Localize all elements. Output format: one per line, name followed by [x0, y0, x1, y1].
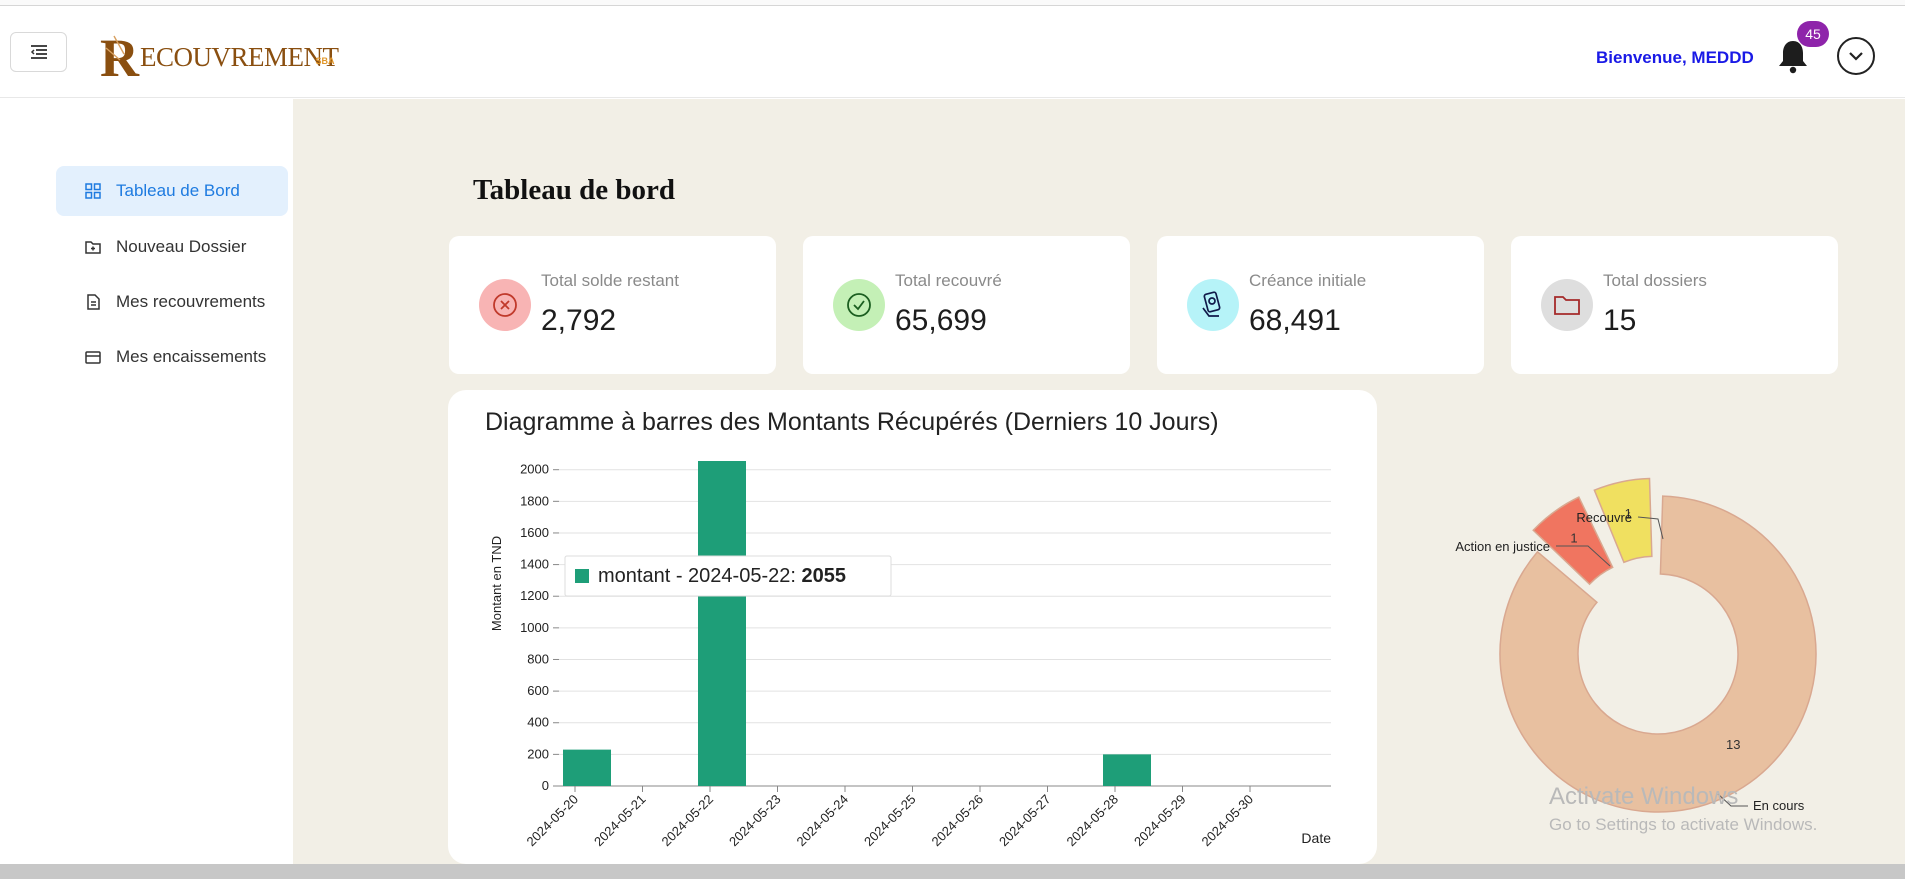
menu-toggle-button[interactable] [10, 32, 67, 72]
sidebar-item-tableau-de-bord[interactable]: Tableau de Bord [56, 166, 288, 216]
stat-card-solde-restant: Total solde restant 2,792 [449, 236, 776, 374]
windows-activation-watermark-subtitle: Go to Settings to activate Windows. [1549, 815, 1818, 834]
app-header: R ECOUVREMENT SBA Bienvenue, MEDDD 45 [0, 6, 1905, 98]
x-axis-label: Date [1301, 830, 1331, 846]
dashboard-grid-icon [84, 182, 102, 200]
stat-label: Créance initiale [1249, 271, 1367, 290]
sidebar-item-nouveau-dossier[interactable]: Nouveau Dossier [56, 222, 288, 272]
welcome-message: Bienvenue, MEDDD [1596, 48, 1754, 67]
x-tick-label: 2024-05-27 [996, 792, 1054, 850]
x-tick-label: 2024-05-23 [726, 792, 784, 850]
tooltip-text: montant - 2024-05-22: 2055 [598, 565, 846, 587]
stat-card-creance-initiale: Créance initiale 68,491 [1157, 236, 1484, 374]
check-circle-icon [833, 279, 885, 331]
folder-plus-icon [84, 238, 102, 256]
y-tick-label: 1000 [520, 620, 549, 635]
bar-chart-card: Diagramme à barres des Montants Récupéré… [448, 390, 1377, 864]
bar-chart: 0 200 400 600 800 1000 1200 1400 1600 1800 2000 Mon… [489, 461, 1331, 850]
x-tick-label: 2024-05-28 [1063, 792, 1121, 850]
brand-logo-mark: R [100, 28, 140, 80]
folder-icon [1541, 279, 1593, 331]
stat-value: 2,792 [541, 304, 617, 337]
cancel-circle-icon [479, 279, 531, 331]
stat-label: Total dossiers [1603, 271, 1707, 290]
y-tick-label: 2000 [520, 462, 549, 477]
donut-value-label: 1 [1570, 530, 1577, 545]
stat-card-total-recouvre: Total recouvré 65,699 [803, 236, 1130, 374]
x-tick-label: 2024-05-26 [928, 792, 986, 850]
y-tick-label: 200 [527, 746, 549, 761]
stat-card-total-dossiers: Total dossiers 15 [1511, 236, 1838, 374]
x-tick-label: 2024-05-29 [1131, 792, 1189, 850]
document-icon [84, 293, 102, 311]
donut-label-action-en-justice: Action en justice [1455, 539, 1550, 554]
y-tick-label: 1600 [520, 525, 549, 540]
x-tick-label: 2024-05-30 [1198, 792, 1256, 850]
x-tick-label: 2024-05-24 [793, 792, 851, 850]
y-tick-label: 800 [527, 651, 549, 666]
x-tick-label: 2024-05-22 [658, 792, 716, 850]
y-tick-label: 1400 [520, 557, 549, 572]
bar-2024-05-22[interactable] [698, 461, 746, 786]
brand-name: ECOUVREMENT [140, 42, 339, 72]
wallet-icon [84, 348, 102, 366]
sidebar-item-label: Mes encaissements [116, 347, 267, 366]
y-axis-label: Montant en TND [489, 536, 504, 631]
page-title: Tableau de bord [473, 174, 675, 206]
bar-2024-05-28[interactable] [1103, 754, 1151, 786]
donut-label-en-cours: En cours [1753, 798, 1805, 813]
tooltip-swatch [575, 569, 589, 583]
chart-tooltip: montant - 2024-05-22: 2055 [564, 555, 892, 597]
taskbar-edge [0, 864, 1905, 879]
sidebar: Tableau de Bord Nouveau Dossier Mes reco… [0, 99, 293, 864]
sidebar-item-label: Tableau de Bord [116, 181, 240, 200]
y-tick-label: 0 [542, 778, 549, 793]
money-hand-icon [1187, 279, 1239, 331]
y-tick-label: 1800 [520, 493, 549, 508]
main-content: Tableau de bord Total solde restant 2,79… [293, 99, 1905, 864]
menu-icon [30, 45, 47, 59]
tooltip-prefix: montant - 2024-05-22: [598, 565, 801, 587]
donut-label-recouvre: Recouvré [1576, 510, 1632, 525]
user-menu-button[interactable] [1837, 37, 1875, 75]
tooltip-value: 2055 [801, 565, 846, 587]
x-tick-label: 2024-05-21 [591, 792, 649, 850]
svg-text:R: R [100, 28, 140, 80]
stat-value: 15 [1603, 304, 1637, 337]
sidebar-item-label: Mes recouvrements [116, 292, 266, 311]
stat-label: Total solde restant [541, 271, 679, 290]
chevron-down-icon [1849, 52, 1863, 61]
donut-value-label: 13 [1726, 737, 1740, 752]
stat-value: 65,699 [895, 304, 987, 337]
sidebar-item-mes-encaissements[interactable]: Mes encaissements [56, 332, 288, 382]
stat-label: Total recouvré [895, 271, 1002, 290]
bar-2024-05-20[interactable] [563, 749, 611, 786]
y-tick-label: 600 [527, 683, 549, 698]
y-tick-label: 400 [527, 715, 549, 730]
brand-subtitle: SBA [315, 56, 335, 66]
sidebar-item-mes-recouvrements[interactable]: Mes recouvrements [56, 277, 288, 327]
brand-logo[interactable]: R ECOUVREMENT SBA [100, 28, 339, 84]
y-tick-label: 1200 [520, 588, 549, 603]
stat-value: 68,491 [1249, 304, 1341, 337]
windows-activation-watermark-title: Activate Windows [1549, 783, 1739, 810]
notification-count-badge: 45 [1797, 21, 1829, 47]
x-tick-label: 2024-05-20 [523, 792, 581, 850]
x-tick-label: 2024-05-25 [861, 792, 919, 850]
sidebar-item-label: Nouveau Dossier [116, 237, 247, 256]
